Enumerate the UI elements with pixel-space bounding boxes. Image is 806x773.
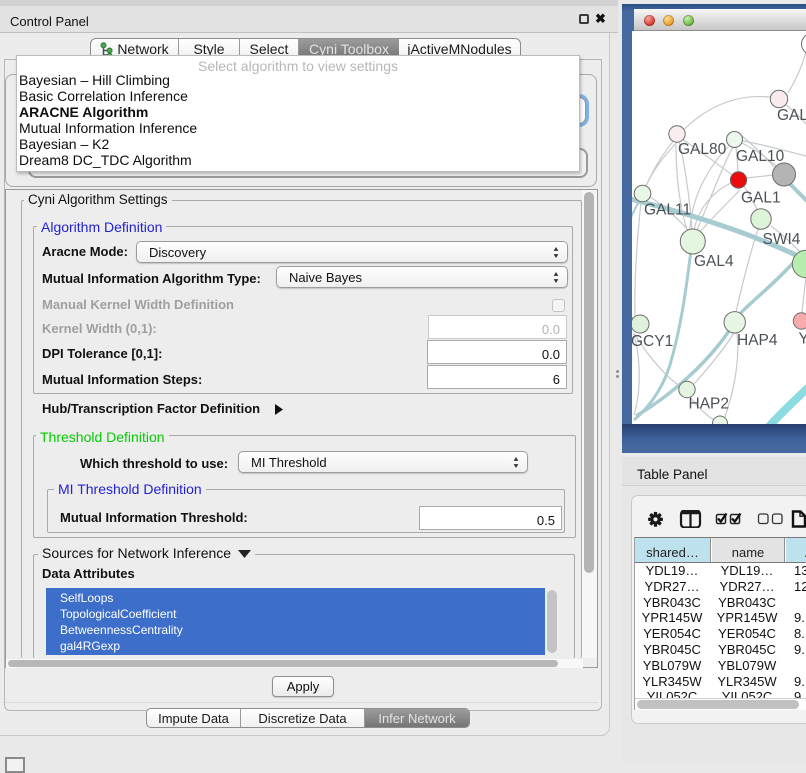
- svg-text:HAP4: HAP4: [737, 332, 778, 349]
- svg-text:Y: Y: [799, 331, 806, 348]
- svg-text:HAP2: HAP2: [689, 396, 730, 413]
- svg-text:GAL4: GAL4: [694, 253, 734, 270]
- svg-text:GAL11: GAL11: [644, 202, 691, 219]
- svg-text:GAL80: GAL80: [678, 141, 727, 158]
- svg-text:GCY1: GCY1: [632, 333, 673, 350]
- svg-text:GAL1: GAL1: [741, 190, 781, 207]
- svg-text:SWI4: SWI4: [763, 231, 801, 248]
- svg-text:GAL10: GAL10: [736, 148, 785, 165]
- svg-text:GAL: GAL: [777, 107, 806, 124]
